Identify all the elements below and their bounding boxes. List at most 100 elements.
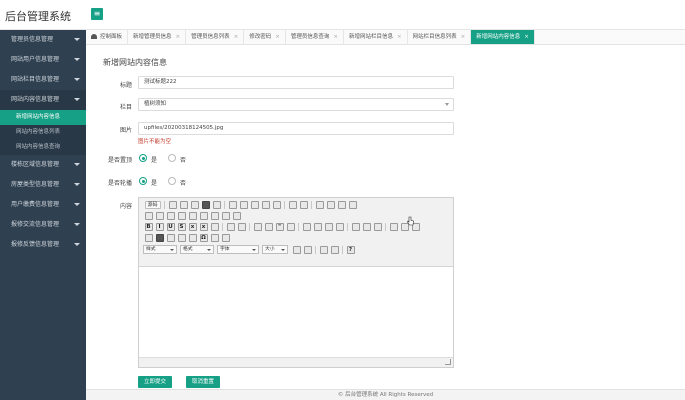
select-all-icon[interactable] [337, 201, 346, 209]
textarea-icon[interactable] [188, 212, 197, 220]
close-icon[interactable]: × [176, 34, 181, 40]
source-button[interactable]: 源码 [144, 201, 161, 209]
ltr-icon[interactable] [351, 223, 360, 231]
align-left-icon[interactable] [302, 223, 311, 231]
sidebar-item-admin[interactable]: 管理员信息管理 [0, 30, 86, 50]
sidebar-item-house-type[interactable]: 房屋类型信息管理 [0, 175, 86, 195]
close-icon[interactable]: × [333, 34, 338, 40]
subscript-icon[interactable]: x [188, 223, 197, 231]
rtl-icon[interactable] [362, 223, 371, 231]
top-no-radio[interactable] [168, 154, 176, 162]
button-icon[interactable] [210, 212, 219, 220]
italic-icon[interactable]: I [155, 223, 164, 231]
sidebar-subitem-content-list[interactable]: 网站内容信息列表 [0, 125, 86, 140]
div-icon[interactable] [286, 223, 295, 231]
iframe-icon[interactable] [221, 234, 230, 242]
sidebar-subitem-add-content[interactable]: 新增网站内容信息 [0, 110, 86, 125]
save-icon[interactable] [168, 201, 177, 209]
select-icon[interactable] [199, 212, 208, 220]
tab-column-list[interactable]: 网站栏目信息列表 × [408, 30, 472, 44]
tab-add-content[interactable]: 新增网站内容信息 × [471, 30, 535, 44]
template-icon[interactable] [212, 201, 221, 209]
indent-icon[interactable] [264, 223, 273, 231]
reset-button[interactable]: 取消重置 [186, 376, 221, 388]
smiley-icon[interactable] [188, 234, 197, 242]
spellcheck-icon[interactable] [348, 201, 357, 209]
close-icon[interactable]: × [234, 34, 239, 40]
sidebar-item-columns[interactable]: 网站栏目信息管理 [0, 70, 86, 90]
checkbox-icon[interactable] [155, 212, 164, 220]
new-page-icon[interactable] [179, 201, 188, 209]
tab-change-password[interactable]: 修改密码 × [244, 30, 286, 44]
bg-color-icon[interactable] [303, 246, 312, 254]
flash-icon[interactable] [155, 234, 164, 242]
carousel-no-radio[interactable] [168, 177, 176, 185]
tab-admin-list[interactable]: 管理员信息列表 × [186, 30, 245, 44]
horizontal-rule-icon[interactable] [177, 234, 186, 242]
form-icon[interactable] [144, 212, 153, 220]
image-button-icon[interactable] [221, 212, 230, 220]
outdent-icon[interactable] [253, 223, 262, 231]
blockquote-icon[interactable]: " [275, 223, 284, 231]
close-icon[interactable]: × [275, 34, 280, 40]
help-icon[interactable]: ? [346, 246, 355, 254]
strike-icon[interactable]: S [177, 223, 186, 231]
sidebar-item-building[interactable]: 楼栋区域信息管理 [0, 155, 86, 175]
font-dropdown[interactable]: 字体 [217, 245, 259, 254]
underline-icon[interactable]: U [166, 223, 175, 231]
column-select[interactable]: 植树须知 [138, 98, 454, 111]
align-center-icon[interactable] [313, 223, 322, 231]
language-icon[interactable] [373, 223, 382, 231]
resize-handle-icon[interactable] [445, 359, 451, 365]
print-icon[interactable] [201, 201, 210, 209]
menu-toggle-button[interactable]: ≡ [91, 8, 103, 20]
special-char-icon[interactable]: Ω [199, 234, 208, 242]
tab-add-column[interactable]: 新增网站栏目信息 × [344, 30, 408, 44]
close-icon[interactable]: × [397, 34, 402, 40]
image-icon[interactable] [144, 234, 153, 242]
sidebar-item-users[interactable]: 网站用户信息管理 [0, 50, 86, 70]
text-color-icon[interactable] [292, 246, 301, 254]
tab-dashboard[interactable]: 控制面板 [86, 30, 129, 44]
bulleted-list-icon[interactable] [237, 223, 246, 231]
tab-admin-search[interactable]: 管理员信息查询 × [286, 30, 345, 44]
sidebar-item-repair[interactable]: 报修交流信息管理 [0, 215, 86, 235]
close-icon[interactable]: × [524, 34, 529, 40]
undo-icon[interactable] [288, 201, 297, 209]
close-icon[interactable]: × [461, 34, 466, 40]
styles-dropdown[interactable]: 样式 [143, 245, 177, 254]
bold-icon[interactable]: B [144, 223, 153, 231]
paste-text-icon[interactable] [261, 201, 270, 209]
link-icon[interactable] [389, 223, 398, 231]
sidebar-item-payment[interactable]: 用户缴费信息管理 [0, 195, 86, 215]
replace-icon[interactable] [326, 201, 335, 209]
sidebar-subitem-content-search[interactable]: 网站内容信息查询 [0, 140, 86, 155]
justify-icon[interactable] [335, 223, 344, 231]
maximize-icon[interactable] [319, 246, 328, 254]
page-break-icon[interactable] [210, 234, 219, 242]
preview-icon[interactable] [190, 201, 199, 209]
radio-icon[interactable] [166, 212, 175, 220]
superscript-icon[interactable]: x [199, 223, 208, 231]
submit-button[interactable]: 立即提交 [138, 376, 173, 388]
paste-icon[interactable] [250, 201, 259, 209]
title-input[interactable]: 测试标题222 [138, 76, 454, 89]
image-path-input[interactable]: upfiles/20200318124505.jpg [138, 122, 454, 135]
sidebar-item-content[interactable]: 网站内容信息管理 [0, 90, 86, 110]
sidebar-item-feedback[interactable]: 报修反馈信息管理 [0, 235, 86, 255]
paste-word-icon[interactable] [272, 201, 281, 209]
size-dropdown[interactable]: 大小 [262, 245, 288, 254]
show-blocks-icon[interactable] [330, 246, 339, 254]
numbered-list-icon[interactable] [226, 223, 235, 231]
cut-icon[interactable] [228, 201, 237, 209]
carousel-yes-radio[interactable] [139, 177, 147, 185]
remove-format-icon[interactable] [210, 223, 219, 231]
copy-icon[interactable] [239, 201, 248, 209]
align-right-icon[interactable] [324, 223, 333, 231]
tab-add-admin[interactable]: 新增管理员信息 × [128, 30, 187, 44]
textfield-icon[interactable] [177, 212, 186, 220]
find-icon[interactable] [315, 201, 324, 209]
hidden-field-icon[interactable] [232, 212, 241, 220]
redo-icon[interactable] [299, 201, 308, 209]
top-yes-radio[interactable] [139, 154, 147, 162]
